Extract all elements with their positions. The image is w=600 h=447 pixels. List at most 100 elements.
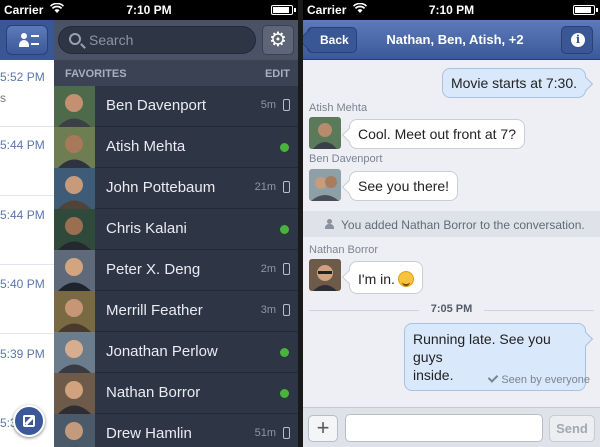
search-bar: ⚙ xyxy=(54,20,298,60)
avatar[interactable] xyxy=(309,259,341,291)
last-active-time: 21m xyxy=(254,181,276,193)
avatar xyxy=(54,86,95,127)
avatar xyxy=(54,250,95,291)
online-status-icon xyxy=(280,348,289,357)
divider xyxy=(0,333,54,334)
favorites-header: FAVORITES EDIT xyxy=(54,60,298,86)
divider xyxy=(0,264,54,265)
conversation-navbar: Back Nathan, Ben, Atish, +2 i xyxy=(303,20,600,60)
back-label: Back xyxy=(320,33,349,47)
avatar xyxy=(54,209,95,250)
favorite-contact-row[interactable]: Merrill Feather 3m xyxy=(54,291,298,332)
compose-icon xyxy=(23,415,35,427)
contacts-button[interactable] xyxy=(6,25,48,55)
battery-icon xyxy=(271,5,296,15)
search-field[interactable] xyxy=(58,26,256,54)
search-icon xyxy=(69,33,81,45)
favorite-contact-row[interactable]: Drew Hamlin 51m xyxy=(54,414,298,447)
friends-sidebar-screen: Carrier 7:10 PM 5:52 PM s 5:44 PM 5:44 P… xyxy=(0,0,298,447)
contact-name: Merrill Feather xyxy=(106,302,203,319)
message-time: 5:44 PM xyxy=(0,138,45,152)
edit-favorites-button[interactable]: EDIT xyxy=(265,68,290,80)
message-text: I'm in. xyxy=(358,271,395,287)
battery-icon xyxy=(573,5,598,15)
status-bar: Carrier 7:10 PM xyxy=(303,0,600,20)
status-bar: Carrier 7:10 PM xyxy=(0,0,298,20)
favorite-contact-row[interactable]: Chris Kalani xyxy=(54,209,298,250)
avatar[interactable] xyxy=(309,169,341,201)
message-time: 5:39 PM xyxy=(0,347,45,361)
avatar xyxy=(54,291,95,332)
mobile-phone-icon xyxy=(283,99,290,111)
message-input[interactable] xyxy=(345,414,543,442)
favorite-contact-row[interactable]: Nathan Borror xyxy=(54,373,298,414)
last-active-time: 5m xyxy=(260,99,276,111)
avatar xyxy=(54,127,95,168)
divider xyxy=(0,195,54,196)
message-text-line: Running late. See you guys xyxy=(413,331,551,365)
message-bubble-incoming[interactable]: I'm in. xyxy=(349,261,423,294)
info-icon: i xyxy=(571,33,585,47)
avatar xyxy=(54,168,95,209)
contact-name: Nathan Borror xyxy=(106,384,201,401)
message-text-line: inside. xyxy=(413,367,454,383)
message-snippet: s xyxy=(0,91,6,105)
last-active-time: 3m xyxy=(260,304,276,316)
status-time: 7:10 PM xyxy=(428,3,475,17)
conversation-screen: Carrier 7:10 PM Back Nathan, Ben, Atish,… xyxy=(303,0,600,447)
compose-button[interactable] xyxy=(13,405,45,437)
contact-name: Jonathan Perlow xyxy=(106,343,218,360)
contact-name: Chris Kalani xyxy=(106,220,187,237)
favorites-list: Ben Davenport 5m Atish Mehta John Pottebaum… xyxy=(54,86,298,447)
mobile-phone-icon xyxy=(283,427,290,439)
gear-icon: ⚙ xyxy=(269,29,287,51)
add-attachment-button[interactable]: + xyxy=(308,415,338,442)
message-time: 5:44 PM xyxy=(0,208,45,222)
online-status-icon xyxy=(280,143,289,152)
mobile-phone-icon xyxy=(283,181,290,193)
divider xyxy=(0,126,54,127)
sender-name: Nathan Borror xyxy=(309,244,379,256)
checkmark-icon xyxy=(488,372,499,383)
message-time: 5:40 PM xyxy=(0,277,45,291)
inbox-behind-panel[interactable]: 5:52 PM s 5:44 PM 5:44 PM 5:40 PM 5:39 P… xyxy=(0,20,54,447)
person-icon xyxy=(325,219,335,229)
online-status-icon xyxy=(280,389,289,398)
smile-emoji-icon xyxy=(397,271,414,287)
avatar xyxy=(54,332,95,373)
avatar xyxy=(54,414,95,447)
contact-name: John Pottebaum xyxy=(106,179,216,196)
mobile-phone-icon xyxy=(283,304,290,316)
message-time: 5:52 PM xyxy=(0,70,45,84)
info-button[interactable]: i xyxy=(561,26,593,54)
favorite-contact-row[interactable]: Atish Mehta xyxy=(54,127,298,168)
online-status-icon xyxy=(280,225,289,234)
favorite-contact-row[interactable]: Peter X. Deng 2m xyxy=(54,250,298,291)
system-message: You added Nathan Borror to the conversat… xyxy=(303,211,600,237)
settings-button[interactable]: ⚙ xyxy=(262,25,294,55)
avatar xyxy=(54,373,95,414)
send-button[interactable]: Send xyxy=(549,415,595,442)
list-icon xyxy=(31,35,39,45)
contacts-toolbar xyxy=(0,20,54,60)
message-bubble-incoming[interactable]: Cool. Meet out front at 7? xyxy=(349,119,525,149)
conversation-title: Nathan, Ben, Atish, +2 xyxy=(386,32,524,47)
favorite-contact-row[interactable]: Ben Davenport 5m xyxy=(54,86,298,127)
back-button[interactable]: Back xyxy=(307,27,357,53)
message-bubble-incoming[interactable]: See you there! xyxy=(349,171,459,201)
favorite-contact-row[interactable]: John Pottebaum 21m xyxy=(54,168,298,209)
favorite-contact-row[interactable]: Jonathan Perlow xyxy=(54,332,298,373)
message-bubble-outgoing[interactable]: Movie starts at 7:30. xyxy=(441,68,586,98)
favorites-title: FAVORITES xyxy=(65,68,127,80)
avatar[interactable] xyxy=(309,117,341,149)
time-separator: 7:05 PM xyxy=(303,303,600,315)
contact-name: Ben Davenport xyxy=(106,97,207,114)
contact-name: Peter X. Deng xyxy=(106,261,201,278)
last-active-time: 51m xyxy=(254,427,276,439)
search-input[interactable] xyxy=(89,31,239,49)
last-active-time: 2m xyxy=(260,263,276,275)
status-time: 7:10 PM xyxy=(126,3,172,17)
sender-name: Atish Mehta xyxy=(309,102,368,114)
sender-name: Ben Davenport xyxy=(309,153,383,165)
seen-text: Seen by everyone xyxy=(501,374,590,386)
